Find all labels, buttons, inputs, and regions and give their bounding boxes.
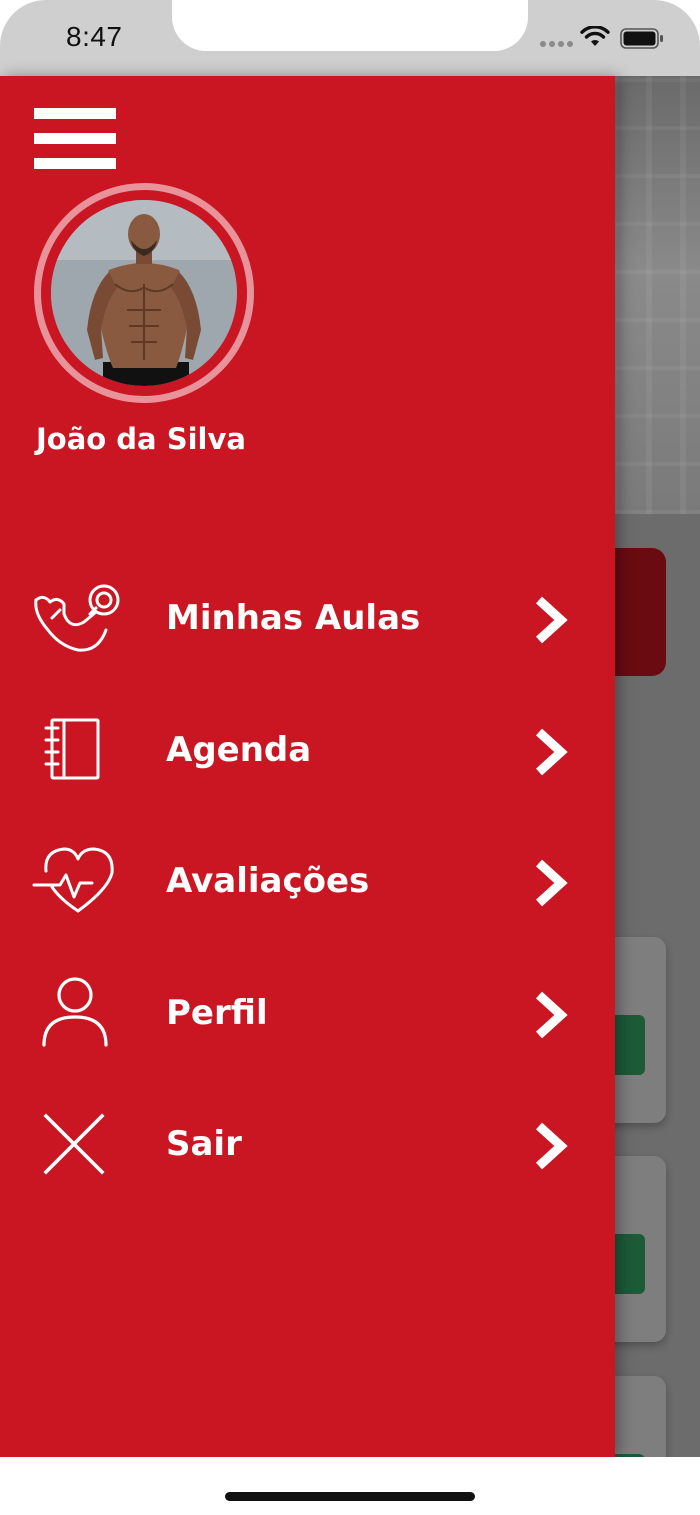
home-indicator[interactable] [225, 1492, 475, 1501]
chevron-right-icon [530, 1120, 570, 1172]
chevron-right-icon [530, 594, 570, 646]
menu-item-label: Sair [166, 1124, 242, 1164]
menu-item-sair[interactable]: Sair [0, 1100, 615, 1232]
avatar[interactable] [51, 200, 237, 386]
user-icon [30, 969, 120, 1059]
chevron-right-icon [530, 857, 570, 909]
status-bar: 8:47 [0, 0, 700, 76]
menu-item-avaliacoes[interactable]: Avaliações [0, 837, 615, 969]
user-name: João da Silva [36, 422, 246, 456]
hamburger-menu-icon[interactable] [34, 108, 116, 170]
menu-item-minhas-aulas[interactable]: Minhas Aulas [0, 574, 615, 706]
menu-item-label: Minhas Aulas [166, 598, 421, 638]
wifi-icon [580, 26, 610, 46]
battery-icon [620, 28, 663, 49]
cellular-signal-icon [540, 41, 573, 47]
menu-item-agenda[interactable]: Agenda [0, 706, 615, 838]
drawer-menu: Minhas Aulas Agenda Avaliações Perfil Sa… [0, 574, 615, 1232]
flexed-arm-dumbbell-icon [30, 574, 120, 664]
navigation-drawer: João da Silva Minhas Aulas Agenda Avalia… [0, 76, 615, 1457]
heart-pulse-icon [30, 837, 120, 927]
menu-item-perfil[interactable]: Perfil [0, 969, 615, 1101]
close-icon [30, 1100, 120, 1190]
menu-item-label: Avaliações [166, 861, 370, 901]
menu-item-label: Perfil [166, 992, 268, 1033]
chevron-right-icon [530, 989, 570, 1041]
chevron-right-icon [530, 726, 570, 778]
avatar-ring [34, 183, 254, 403]
status-time: 8:47 [66, 21, 123, 52]
home-indicator-area [0, 1457, 700, 1515]
notebook-icon [30, 706, 120, 796]
device-notch [172, 0, 528, 51]
menu-item-label: Agenda [166, 729, 312, 770]
